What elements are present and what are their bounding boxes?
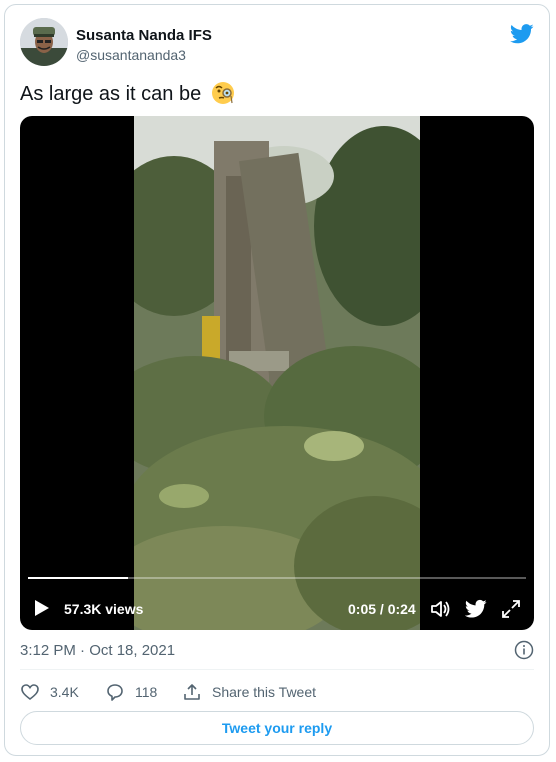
video-time: 0:05 / 0:24 — [348, 601, 416, 617]
face-with-monocle-icon — [211, 82, 234, 104]
avatar-image — [20, 18, 68, 66]
divider — [20, 669, 534, 670]
info-icon[interactable] — [514, 640, 534, 660]
twitter-bird-icon[interactable] — [465, 599, 487, 619]
video-frame — [134, 116, 420, 630]
twitter-bird-icon[interactable] — [510, 24, 534, 44]
share-button[interactable]: Share this Tweet — [182, 681, 316, 703]
like-count: 3.4K — [50, 684, 79, 700]
tweet-text-row: As large as it can be — [20, 81, 235, 106]
heart-icon — [21, 684, 39, 701]
share-icon — [184, 684, 200, 700]
tweet-timestamp[interactable]: 3:12 PM · Oct 18, 2021 — [20, 642, 175, 659]
tweet-your-reply-button[interactable]: Tweet your reply — [20, 711, 534, 745]
author-handle[interactable]: @susantananda3 — [76, 47, 186, 63]
play-icon[interactable] — [34, 599, 50, 617]
avatar[interactable] — [20, 18, 68, 66]
video-player[interactable]: 57.3K views 0:05 / 0:24 — [20, 116, 534, 630]
view-count: 57.3K views — [64, 601, 144, 617]
reply-count: 118 — [135, 684, 158, 700]
volume-icon[interactable] — [429, 598, 451, 620]
share-label: Share this Tweet — [212, 684, 317, 700]
tweet-text: As large as it can be — [20, 83, 202, 105]
reply-button[interactable]: 118 — [105, 681, 157, 703]
tweet-card: Susanta Nanda IFS @susantananda3 As larg… — [4, 4, 550, 756]
like-button[interactable]: 3.4K — [20, 681, 79, 703]
video-progress-bar[interactable] — [28, 577, 526, 579]
author-name[interactable]: Susanta Nanda IFS — [76, 27, 212, 44]
fullscreen-icon[interactable] — [500, 598, 522, 620]
reply-icon — [107, 684, 123, 701]
video-progress-fill — [28, 577, 128, 579]
